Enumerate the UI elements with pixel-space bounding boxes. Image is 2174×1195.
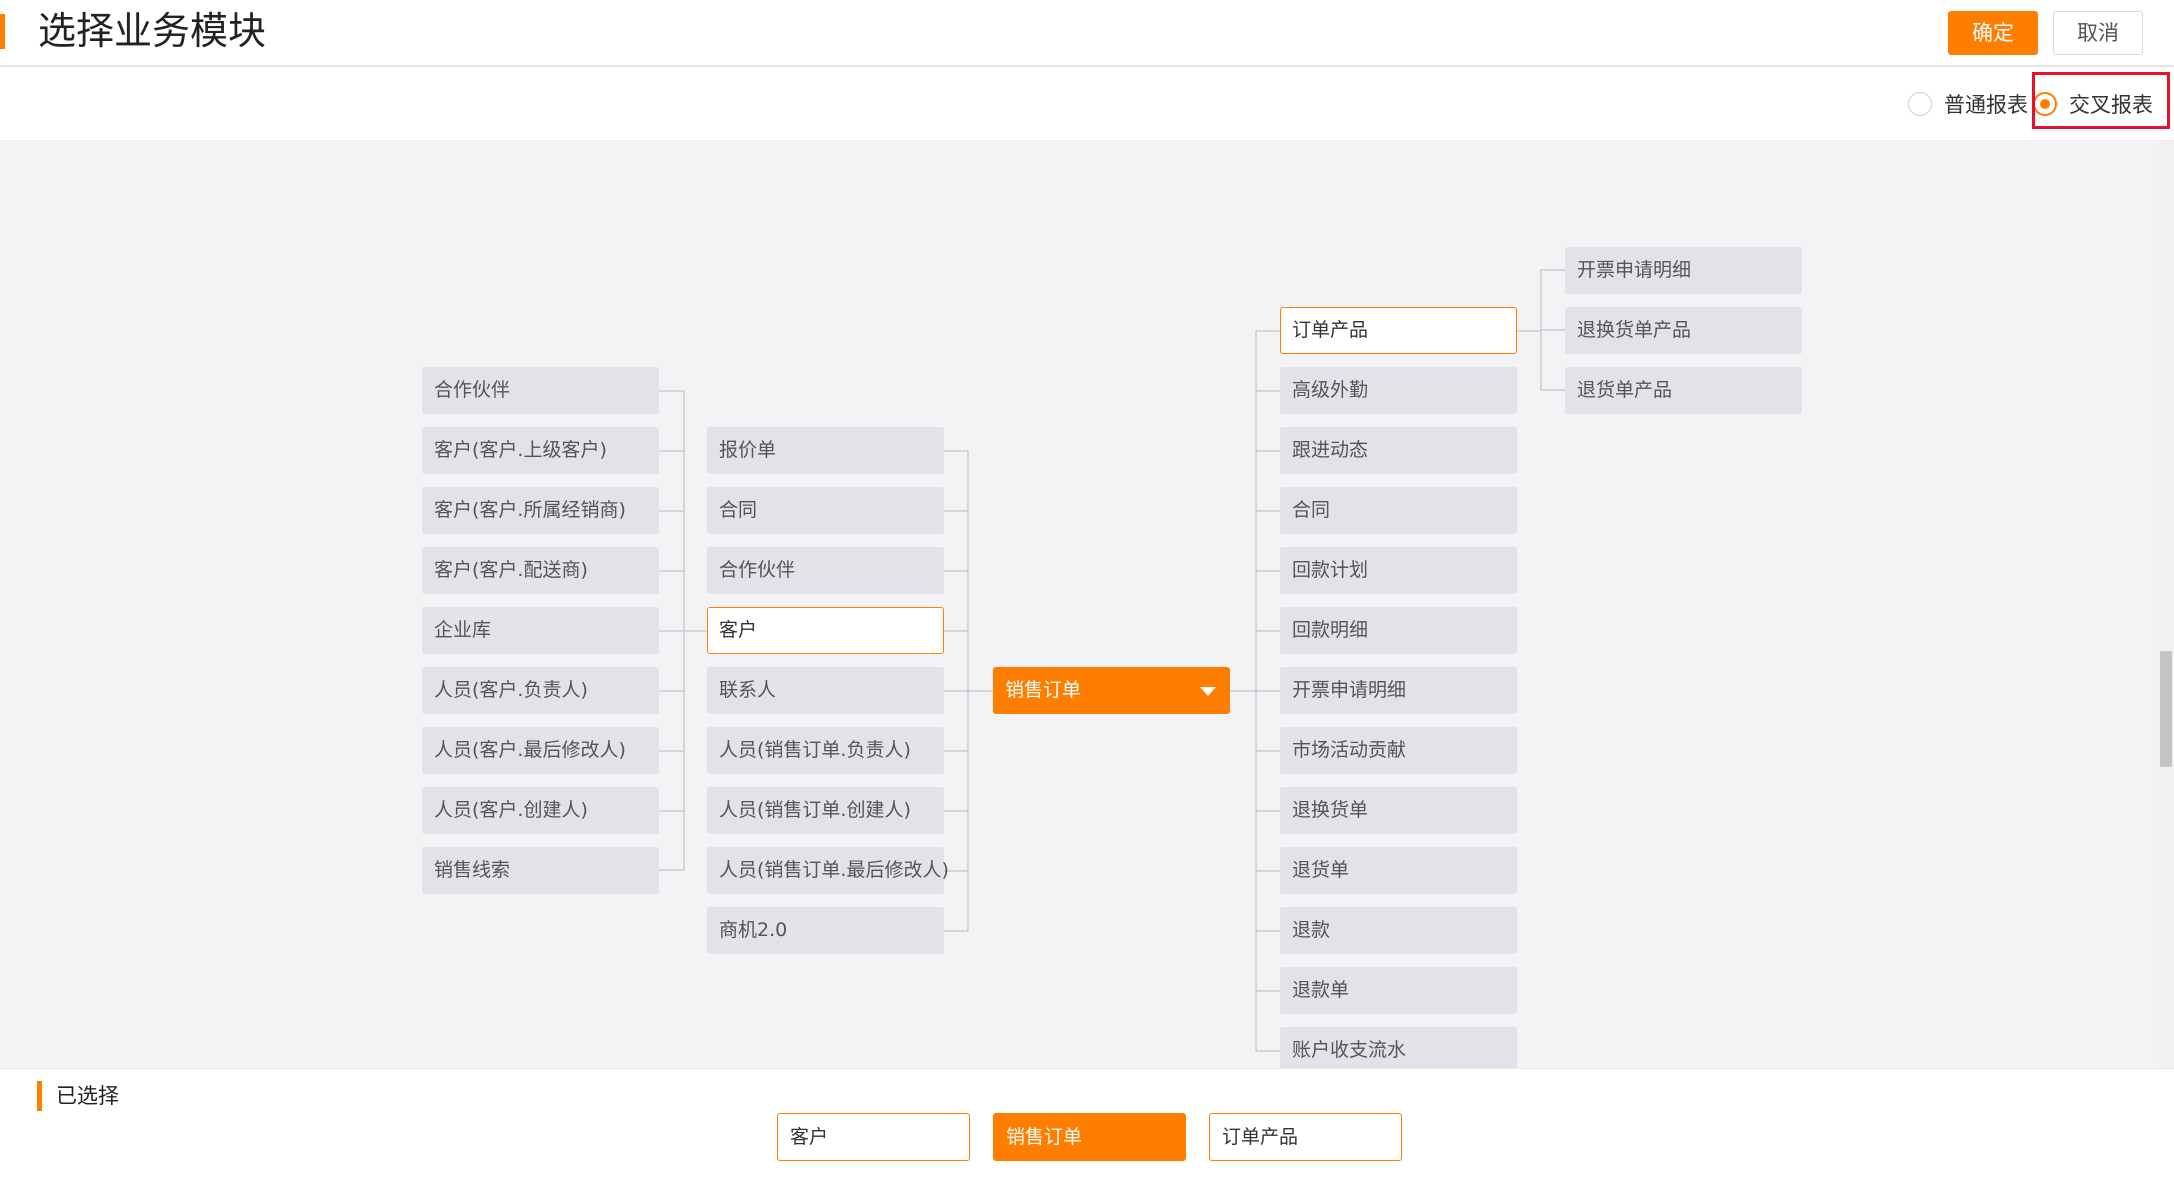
center-node-label: 销售订单 bbox=[1005, 679, 1082, 701]
middle-node[interactable]: 联系人 bbox=[707, 667, 944, 714]
left-node[interactable]: 人员(客户.最后修改人) bbox=[422, 727, 659, 774]
module-tree-canvas: 合作伙伴 客户(客户.上级客户) 客户(客户.所属经销商) 客户(客户.配送商)… bbox=[0, 141, 2158, 1074]
page-title: 选择业务模块 bbox=[38, 9, 267, 53]
middle-node[interactable]: 商机2.0 bbox=[707, 907, 944, 954]
report-type-bar: 普通报表 交叉报表 bbox=[0, 69, 2174, 141]
cancel-button[interactable]: 取消 bbox=[2053, 11, 2143, 55]
right-node[interactable]: 账户收支流水 bbox=[1280, 1027, 1517, 1074]
page-header: 选择业务模块 确定 取消 bbox=[0, 0, 2174, 67]
right-node[interactable]: 跟进动态 bbox=[1280, 427, 1517, 474]
left-node[interactable]: 人员(客户.创建人) bbox=[422, 787, 659, 834]
middle-node[interactable]: 人员(销售订单.最后修改人) bbox=[707, 847, 949, 894]
center-node-sales-order[interactable]: 销售订单 bbox=[993, 667, 1230, 714]
right-node[interactable]: 回款计划 bbox=[1280, 547, 1517, 594]
selected-accent-bar bbox=[37, 1081, 42, 1111]
radio-unchecked-icon bbox=[1908, 92, 1932, 116]
left-node[interactable]: 客户(客户.所属经销商) bbox=[422, 487, 659, 534]
left-node[interactable]: 销售线索 bbox=[422, 847, 659, 894]
left-node[interactable]: 客户(客户.配送商) bbox=[422, 547, 659, 594]
right-node[interactable]: 市场活动贡献 bbox=[1280, 727, 1517, 774]
left-node[interactable]: 人员(客户.负责人) bbox=[422, 667, 659, 714]
middle-node[interactable]: 人员(销售订单.创建人) bbox=[707, 787, 944, 834]
caret-down-icon[interactable] bbox=[1200, 687, 1216, 696]
selected-chip[interactable]: 客户 bbox=[777, 1113, 970, 1161]
confirm-button[interactable]: 确定 bbox=[1948, 11, 2038, 55]
radio-cross-report[interactable]: 交叉报表 bbox=[2033, 87, 2153, 121]
selected-label: 已选择 bbox=[56, 1084, 119, 1108]
right-node[interactable]: 回款明细 bbox=[1280, 607, 1517, 654]
right-node-selected[interactable]: 订单产品 bbox=[1280, 307, 1517, 354]
right-node[interactable]: 退款 bbox=[1280, 907, 1517, 954]
left-node[interactable]: 客户(客户.上级客户) bbox=[422, 427, 659, 474]
selected-chip[interactable]: 订单产品 bbox=[1209, 1113, 1402, 1161]
scrollbar-thumb[interactable] bbox=[2160, 651, 2172, 767]
canvas-scrollbar[interactable] bbox=[2158, 141, 2174, 1068]
middle-node-selected[interactable]: 客户 bbox=[707, 607, 944, 654]
left-node[interactable]: 合作伙伴 bbox=[422, 367, 659, 414]
title-accent-bar bbox=[0, 14, 5, 49]
far-right-node[interactable]: 退货单产品 bbox=[1565, 367, 1802, 414]
right-node[interactable]: 退款单 bbox=[1280, 967, 1517, 1014]
radio-checked-icon bbox=[2033, 92, 2057, 116]
radio-label: 普通报表 bbox=[1944, 93, 2028, 117]
radio-normal-report[interactable]: 普通报表 bbox=[1908, 87, 2028, 121]
far-right-node[interactable]: 退换货单产品 bbox=[1565, 307, 1802, 354]
middle-node[interactable]: 报价单 bbox=[707, 427, 944, 474]
left-node[interactable]: 企业库 bbox=[422, 607, 659, 654]
right-node[interactable]: 合同 bbox=[1280, 487, 1517, 534]
middle-node[interactable]: 合同 bbox=[707, 487, 944, 534]
middle-node[interactable]: 合作伙伴 bbox=[707, 547, 944, 594]
middle-node[interactable]: 人员(销售订单.负责人) bbox=[707, 727, 944, 774]
tree-connectors bbox=[658, 269, 1565, 1052]
far-right-node[interactable]: 开票申请明细 bbox=[1565, 247, 1802, 294]
right-node[interactable]: 高级外勤 bbox=[1280, 367, 1517, 414]
right-node[interactable]: 开票申请明细 bbox=[1280, 667, 1517, 714]
selected-chip-active[interactable]: 销售订单 bbox=[993, 1113, 1186, 1161]
right-node[interactable]: 退货单 bbox=[1280, 847, 1517, 894]
selected-section: 已选择 客户 销售订单 订单产品 bbox=[0, 1068, 2174, 1195]
radio-label: 交叉报表 bbox=[2069, 93, 2153, 117]
right-node[interactable]: 退换货单 bbox=[1280, 787, 1517, 834]
